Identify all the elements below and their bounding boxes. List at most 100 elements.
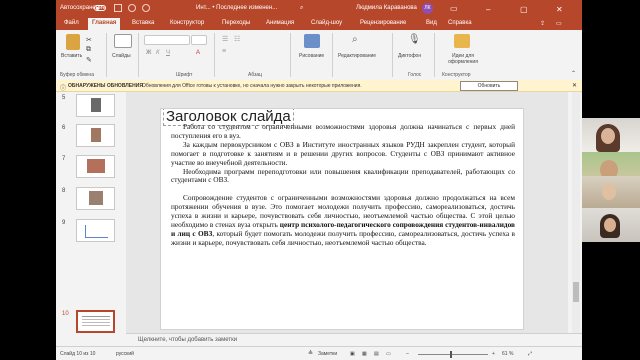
slides-button[interactable]: Слайды — [112, 53, 131, 59]
notification-title: ОБНАРУЖЕНЫ ОБНОВЛЕНИЯ — [68, 83, 143, 89]
slideshow-icon[interactable]: ▭ — [386, 351, 391, 357]
status-bar: Слайд 10 из 10 русский ≜ Заметки ▣ ▦ ▤ ▭… — [56, 346, 582, 360]
microphone-icon[interactable]: 🎙 — [408, 34, 421, 45]
collapse-ribbon-icon[interactable]: ⌃ — [571, 70, 576, 77]
divider — [214, 33, 215, 77]
font-color-icon[interactable]: A — [196, 50, 200, 56]
tab-help[interactable]: Справка — [448, 20, 472, 26]
slide-sorter-icon[interactable]: ▦ — [362, 351, 367, 357]
group-designer: Конструктор — [442, 72, 471, 78]
align-icon[interactable]: ≡ — [222, 48, 226, 55]
slide-number: 7 — [62, 156, 66, 162]
update-notification: ⓘ ОБНАРУЖЕНЫ ОБНОВЛЕНИЯ Обновления для O… — [56, 80, 582, 92]
slide-canvas: Заголовок слайда Работа со студентом с о… — [126, 92, 568, 333]
paragraph: За каждым первокурсником с ОВЗ в Институ… — [171, 139, 515, 167]
comments-icon[interactable]: ▭ — [556, 20, 562, 27]
powerpoint-window: Автосохранение Инт... • Последнее измене… — [56, 0, 582, 360]
tab-insert[interactable]: Вставка — [132, 20, 154, 26]
copy-icon[interactable]: ⧉ — [86, 46, 91, 54]
slide-thumbnail-5[interactable] — [76, 94, 115, 117]
slide-thumbnail-7[interactable] — [76, 155, 115, 178]
zoom-slider-thumb[interactable] — [450, 351, 452, 358]
slide-thumbnail-6[interactable] — [76, 124, 115, 147]
current-slide[interactable]: Заголовок слайда Работа со студентом с о… — [160, 108, 524, 330]
zoom-slider[interactable] — [418, 354, 488, 355]
fit-slide-icon[interactable]: ⤢ — [528, 351, 532, 357]
bullets-icon[interactable]: ☰ — [222, 35, 228, 43]
format-painter-icon[interactable]: ✎ — [86, 56, 92, 64]
slide-thumbnail-8[interactable] — [76, 187, 115, 210]
design-ideas-icon[interactable] — [454, 34, 470, 48]
drawing-icon[interactable] — [304, 34, 320, 48]
paragraph: Работа со студентом с ограниченными возм… — [171, 122, 515, 140]
notes-pane[interactable]: Щелкните, чтобы добавить заметки — [126, 333, 582, 347]
search-replace-icon[interactable]: ⌕ — [352, 34, 358, 45]
slide-counter: Слайд 10 из 10 — [60, 351, 96, 357]
participant-video — [582, 118, 640, 152]
ribbon-tabs: Файл Главная Вставка Конструктор Переход… — [56, 17, 582, 30]
dictaphone-button[interactable]: Диктофон — [398, 53, 421, 59]
normal-view-icon[interactable]: ▣ — [350, 351, 355, 357]
cut-icon[interactable]: ✂ — [86, 36, 92, 44]
group-voice: Голос — [408, 72, 422, 78]
avatar[interactable]: ЛК — [422, 3, 433, 14]
update-button[interactable]: Обновить — [460, 81, 518, 91]
slide-body[interactable]: Работа со студентом с ограниченными возм… — [171, 122, 515, 248]
undo-icon[interactable] — [128, 4, 136, 12]
tab-slideshow[interactable]: Слайд-шоу — [311, 20, 342, 26]
paragraph: Необходима программ переподготовки или п… — [171, 166, 515, 185]
close-icon[interactable]: ✕ — [572, 82, 577, 89]
share-icon[interactable]: ⇪ — [540, 20, 545, 27]
slide-thumbnail-10[interactable] — [76, 310, 115, 333]
autosave-toggle[interactable] — [94, 5, 106, 11]
divider — [434, 33, 435, 77]
divider — [106, 33, 107, 77]
tab-animation[interactable]: Анимация — [266, 20, 294, 26]
paste-icon[interactable] — [66, 34, 80, 50]
tab-file[interactable]: Файл — [64, 20, 79, 26]
notes-button[interactable]: Заметки — [318, 351, 337, 357]
notification-message: Обновления для Office готовы к установке… — [142, 83, 362, 89]
zoom-in-icon[interactable]: + — [492, 351, 495, 357]
tab-transitions[interactable]: Переходы — [222, 20, 250, 26]
new-slide-icon[interactable] — [114, 34, 132, 48]
language[interactable]: русский — [116, 351, 134, 357]
tab-view[interactable]: Вид — [426, 20, 437, 26]
bold-icon[interactable]: Ж — [146, 50, 151, 56]
font-name-select[interactable] — [144, 35, 190, 45]
editing-button[interactable]: Редактирование — [338, 53, 376, 59]
zoom-out-icon[interactable]: – — [406, 351, 409, 357]
redo-icon[interactable] — [142, 4, 150, 12]
paste-button[interactable]: Вставить — [61, 53, 82, 59]
tab-home[interactable]: Главная — [88, 18, 121, 30]
ribbon-display-icon[interactable]: ▭ — [450, 4, 458, 13]
info-icon: ⓘ — [60, 86, 67, 92]
numbering-icon[interactable]: ☷ — [234, 35, 240, 43]
reading-view-icon[interactable]: ▤ — [374, 351, 379, 357]
font-size-select[interactable] — [191, 35, 207, 45]
minimize-icon[interactable]: – — [486, 5, 490, 14]
notes-placeholder: Щелкните, чтобы добавить заметки — [138, 337, 238, 343]
user-name: Людмила Караванова — [356, 5, 417, 11]
vertical-scrollbar[interactable] — [572, 92, 580, 333]
search-icon[interactable]: ⌕ — [300, 5, 303, 12]
zoom-level[interactable]: 61 % — [502, 351, 513, 357]
slide-number: 9 — [62, 220, 66, 226]
italic-icon[interactable]: К — [156, 50, 160, 56]
slide-number: 6 — [62, 125, 66, 131]
group-clipboard: Буфер обмена — [60, 72, 94, 78]
tab-design[interactable]: Конструктор — [170, 20, 204, 26]
underline-icon[interactable]: Ч — [166, 50, 170, 56]
slide-number: 5 — [62, 95, 66, 101]
maximize-icon[interactable]: ▢ — [520, 5, 528, 14]
participant-video — [582, 176, 640, 210]
slide-thumbnail-9[interactable] — [76, 219, 115, 242]
save-icon[interactable] — [114, 4, 122, 12]
close-icon[interactable]: ✕ — [556, 5, 563, 14]
divider — [332, 33, 333, 77]
design-ideas-button[interactable]: Идеи для оформления — [442, 53, 484, 65]
slide-thumbnails-panel: 5 6 7 8 9 10 — [56, 92, 126, 338]
drawing-button[interactable]: Рисование — [299, 53, 324, 59]
tab-review[interactable]: Рецензирование — [360, 20, 406, 26]
notes-icon[interactable]: ≜ — [308, 350, 313, 357]
